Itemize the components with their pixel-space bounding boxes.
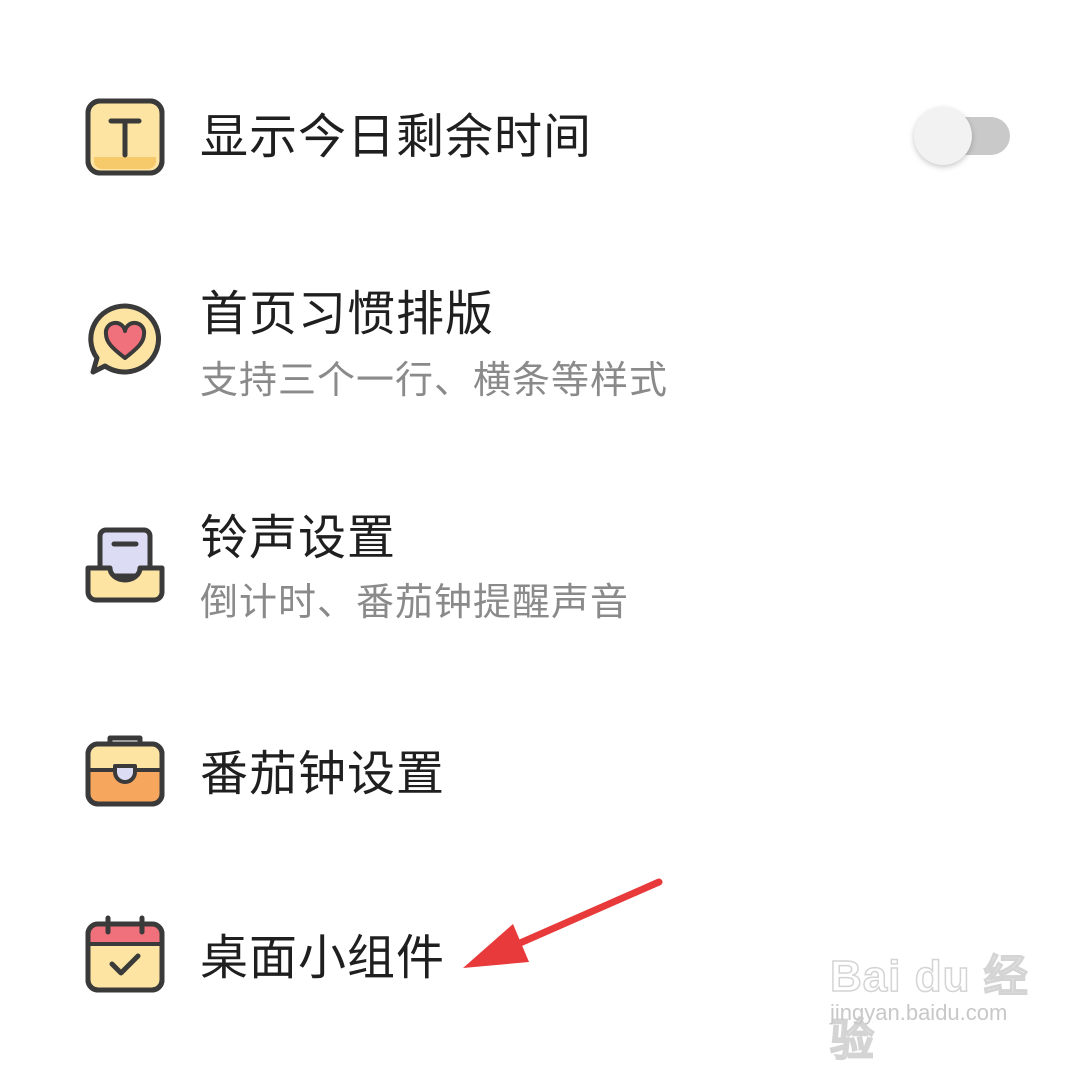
setting-subtitle: 支持三个一行、横条等样式: [200, 358, 669, 402]
heart-bubble-icon: [84, 300, 166, 382]
toolbox-icon: [84, 730, 166, 812]
setting-row-show-remaining-time[interactable]: 显示今日剩余时间: [0, 0, 1080, 230]
toggle-knob: [914, 107, 972, 165]
remaining-time-toggle[interactable]: [912, 105, 1012, 167]
setting-title: 桌面小组件: [200, 930, 446, 986]
annotation-arrow: [463, 878, 663, 968]
setting-title: 铃声设置: [200, 510, 397, 566]
baidu-jingyan-watermark: Bai du 经验 jingyan.baidu.com: [826, 932, 1046, 1066]
setting-subtitle: 倒计时、番茄钟提醒声音: [200, 580, 630, 624]
text-t-icon: [84, 97, 166, 179]
setting-row-ringtone[interactable]: 铃声设置 倒计时、番茄钟提醒声音: [0, 490, 1080, 660]
setting-row-home-layout[interactable]: 首页习惯排版 支持三个一行、横条等样式: [0, 260, 1080, 440]
setting-title: 番茄钟设置: [200, 746, 446, 802]
calendar-check-icon: [84, 914, 166, 996]
setting-title: 显示今日剩余时间: [200, 109, 593, 165]
inbox-tray-icon: [84, 524, 166, 606]
setting-row-pomodoro[interactable]: 番茄钟设置: [0, 700, 1080, 850]
watermark-url: jingyan.baidu.com: [830, 1000, 1008, 1025]
setting-title: 首页习惯排版: [200, 286, 495, 342]
